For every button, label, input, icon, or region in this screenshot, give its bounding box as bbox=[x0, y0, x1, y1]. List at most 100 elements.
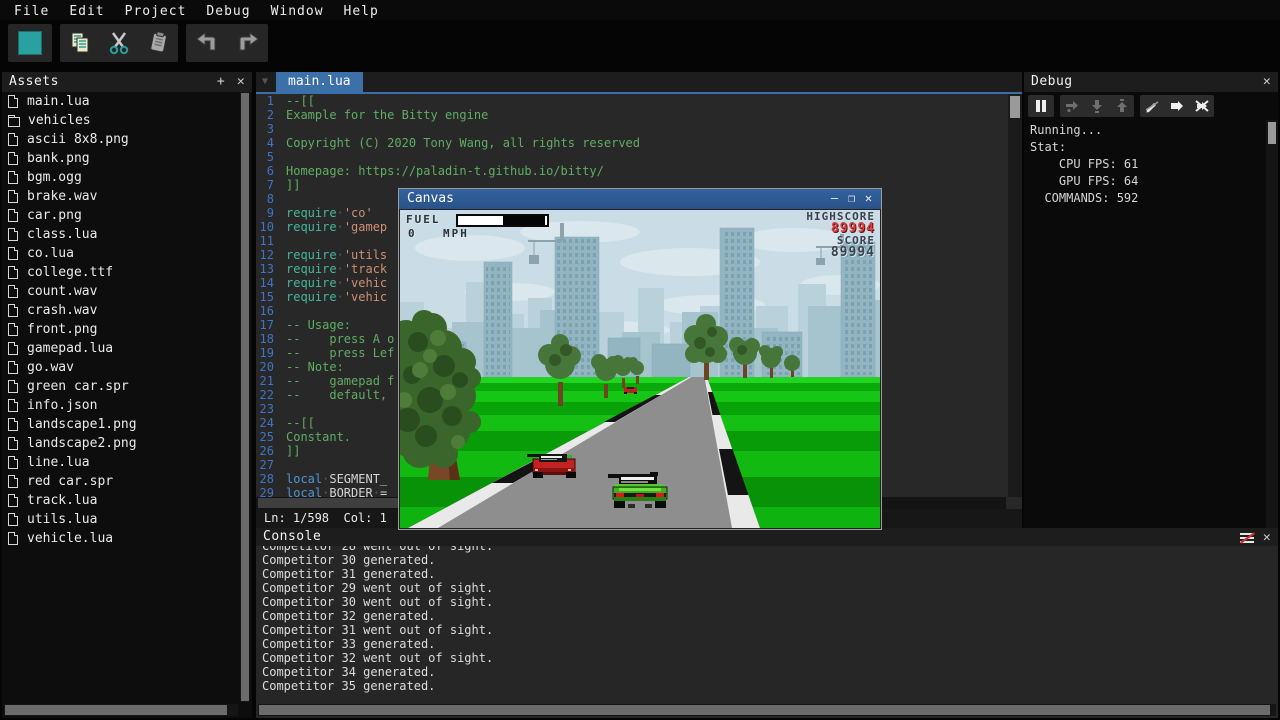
asset-item-class-lua[interactable]: class.lua bbox=[2, 225, 238, 244]
undo-button[interactable] bbox=[191, 27, 223, 59]
menu-project[interactable]: Project bbox=[119, 2, 193, 21]
editor-vertical-scrollbar[interactable] bbox=[1008, 94, 1022, 497]
file-icon bbox=[8, 152, 18, 165]
file-icon bbox=[8, 513, 18, 526]
menu-debug[interactable]: Debug bbox=[200, 2, 256, 21]
cut-button[interactable] bbox=[103, 27, 135, 59]
game-viewport[interactable]: FUEL 0 MPH HIGHSCORE 89994 SCORE 89994 bbox=[400, 210, 880, 528]
debug-vertical-scrollbar[interactable] bbox=[1266, 120, 1278, 528]
main-toolbar bbox=[0, 20, 1280, 66]
menu-edit[interactable]: Edit bbox=[63, 2, 110, 21]
pause-button[interactable] bbox=[1030, 96, 1052, 116]
file-icon bbox=[8, 323, 18, 336]
console-line: Competitor 29 went out of sight. bbox=[262, 581, 1274, 595]
debug-line: GPU FPS: 64 bbox=[1030, 173, 1264, 190]
assets-vertical-scrollbar[interactable] bbox=[240, 92, 250, 702]
asset-item-label: count.wav bbox=[27, 284, 97, 299]
asset-item-label: red car.spr bbox=[27, 474, 113, 489]
console-line: Competitor 32 went out of sight. bbox=[262, 651, 1274, 665]
file-icon bbox=[8, 418, 18, 431]
asset-item-co-lua[interactable]: co.lua bbox=[2, 244, 238, 263]
file-icon bbox=[8, 247, 18, 260]
debug-line: Stat: bbox=[1030, 139, 1264, 156]
code-line: 6Homepage: https://paladin-t.github.io/b… bbox=[256, 164, 1006, 178]
asset-item-label: ascii 8x8.png bbox=[27, 132, 129, 147]
copy-button[interactable] bbox=[64, 27, 96, 59]
asset-item-go-wav[interactable]: go.wav bbox=[2, 358, 238, 377]
menu-help[interactable]: Help bbox=[338, 2, 385, 21]
canvas-window-titlebar[interactable]: Canvas — ❐ ✕ bbox=[399, 189, 881, 209]
canvas-close-button[interactable]: ✕ bbox=[860, 189, 877, 209]
asset-item-label: bgm.ogg bbox=[27, 170, 82, 185]
redo-button[interactable] bbox=[232, 27, 264, 59]
asset-item-crash-wav[interactable]: crash.wav bbox=[2, 301, 238, 320]
asset-item-bgm-ogg[interactable]: bgm.ogg bbox=[2, 168, 238, 187]
asset-item-ascii-8x8-png[interactable]: ascii 8x8.png bbox=[2, 130, 238, 149]
step-into-icon bbox=[1090, 99, 1104, 113]
asset-item-green-car-spr[interactable]: green car.spr bbox=[2, 377, 238, 396]
assets-close-button[interactable]: ✕ bbox=[232, 72, 250, 92]
abort-button[interactable] bbox=[1191, 96, 1213, 116]
code-line: 2Example for the Bitty engine bbox=[256, 108, 1006, 122]
asset-item-landscape2-png[interactable]: landscape2.png bbox=[2, 434, 238, 453]
asset-item-landscape1-png[interactable]: landscape1.png bbox=[2, 415, 238, 434]
asset-item-brake-wav[interactable]: brake.wav bbox=[2, 187, 238, 206]
undo-icon bbox=[193, 30, 221, 56]
step-out-button[interactable] bbox=[1111, 96, 1133, 116]
tab-main-lua[interactable]: main.lua bbox=[276, 72, 363, 92]
asset-item-vehicle-lua[interactable]: vehicle.lua bbox=[2, 529, 238, 548]
asset-item-red-car-spr[interactable]: red car.spr bbox=[2, 472, 238, 491]
paste-button[interactable] bbox=[142, 27, 174, 59]
asset-item-label: bank.png bbox=[27, 151, 90, 166]
asset-item-line-lua[interactable]: line.lua bbox=[2, 453, 238, 472]
file-icon bbox=[8, 494, 18, 507]
asset-item-label: crash.wav bbox=[27, 303, 97, 318]
asset-item-bank-png[interactable]: bank.png bbox=[2, 149, 238, 168]
canvas-minimize-button[interactable]: — bbox=[826, 189, 843, 209]
continue-button[interactable] bbox=[1166, 96, 1188, 116]
menu-window[interactable]: Window bbox=[265, 2, 330, 21]
debug-panel-title: Debug ✕ bbox=[1024, 72, 1278, 92]
toolbar-group-run bbox=[8, 24, 52, 62]
asset-item-label: green car.spr bbox=[27, 379, 129, 394]
asset-item-gamepad-lua[interactable]: gamepad.lua bbox=[2, 339, 238, 358]
debug-group-breakpoints bbox=[1140, 95, 1214, 117]
asset-item-main-lua[interactable]: main.lua bbox=[2, 92, 238, 111]
debug-toolbar bbox=[1024, 94, 1278, 118]
console-line: Competitor 32 generated. bbox=[262, 609, 1274, 623]
canvas-maximize-button[interactable]: ❐ bbox=[843, 189, 860, 209]
tab-list-dropdown[interactable]: ▼ bbox=[256, 72, 274, 92]
asset-item-label: gamepad.lua bbox=[27, 341, 113, 356]
asset-item-label: utils.lua bbox=[27, 512, 97, 527]
step-over-button[interactable] bbox=[1061, 96, 1083, 116]
add-asset-button[interactable]: + bbox=[212, 72, 230, 92]
asset-item-vehicles[interactable]: vehicles bbox=[2, 111, 238, 130]
asset-item-label: vehicle.lua bbox=[27, 531, 113, 546]
assets-list: main.luavehicles ascii 8x8.png bank.png bgm… bbox=[2, 92, 238, 702]
asset-item-front-png[interactable]: front.png bbox=[2, 320, 238, 339]
asset-item-utils-lua[interactable]: utils.lua bbox=[2, 510, 238, 529]
file-icon bbox=[8, 190, 18, 203]
debug-close-button[interactable]: ✕ bbox=[1258, 72, 1276, 92]
assets-horizontal-scrollbar[interactable] bbox=[4, 704, 238, 716]
distant-red-car bbox=[624, 387, 637, 394]
asset-item-track-lua[interactable]: track.lua bbox=[2, 491, 238, 510]
debug-line: COMMANDS: 592 bbox=[1030, 190, 1264, 207]
run-button[interactable] bbox=[14, 27, 46, 59]
file-icon bbox=[8, 456, 18, 469]
toggle-breakpoint-button[interactable] bbox=[1141, 96, 1163, 116]
asset-item-college-ttf[interactable]: college.ttf bbox=[2, 263, 238, 282]
console-close-button[interactable]: ✕ bbox=[1258, 528, 1276, 548]
code-line: 4Copyright (C) 2020 Tony Wang, all right… bbox=[256, 136, 1006, 150]
asset-item-info-json[interactable]: info.json bbox=[2, 396, 238, 415]
breakpoint-pen-icon bbox=[1144, 99, 1160, 113]
asset-item-car-png[interactable]: car.png bbox=[2, 206, 238, 225]
file-icon bbox=[8, 209, 18, 222]
menu-file[interactable]: File bbox=[8, 2, 55, 21]
console-horizontal-scrollbar[interactable] bbox=[258, 704, 1276, 716]
debug-group-step bbox=[1060, 95, 1134, 117]
abort-icon bbox=[1194, 99, 1210, 113]
console-line: Competitor 31 went out of sight. bbox=[262, 623, 1274, 637]
step-into-button[interactable] bbox=[1086, 96, 1108, 116]
asset-item-count-wav[interactable]: count.wav bbox=[2, 282, 238, 301]
